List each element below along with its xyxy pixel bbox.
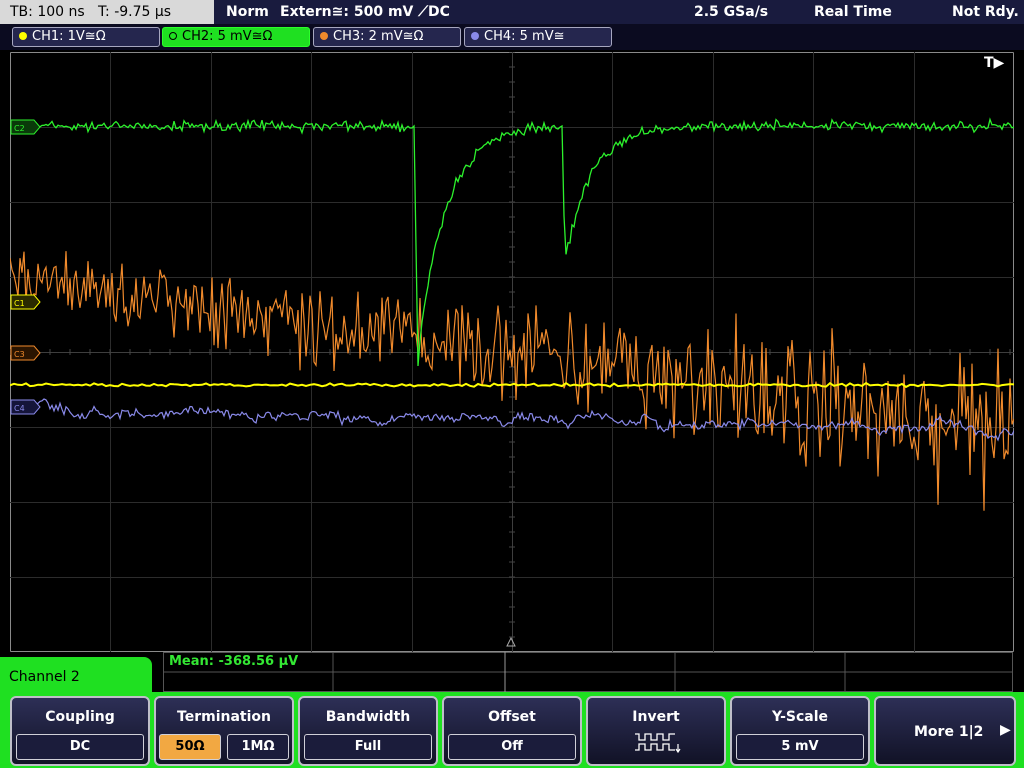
ch3-marker-label: C3 <box>14 350 25 359</box>
ch2-dot-icon <box>169 32 177 40</box>
offset-value[interactable]: Off <box>448 734 576 760</box>
y-scale-value[interactable]: 5 mV <box>736 734 864 760</box>
timebase-label: TB: 100 ns <box>10 4 85 20</box>
waveform-display[interactable]: C2 C1 C3 C4 T▶ <box>10 52 1014 652</box>
ch4-marker-label: C4 <box>14 404 25 413</box>
ch1-marker-label: C1 <box>14 299 25 308</box>
ch1-marker[interactable]: C1 <box>10 294 41 310</box>
invert-waveform-icon <box>635 733 681 754</box>
channel-tab-ch4[interactable]: CH4: 5 mV≅ <box>464 27 612 47</box>
bandwidth-softkey[interactable]: Bandwidth Full <box>298 696 438 766</box>
invert-softkey[interactable]: Invert <box>586 696 726 766</box>
invert-title: Invert <box>632 709 680 725</box>
ch2-marker-label: C2 <box>14 124 25 133</box>
trigger-mode[interactable]: Norm <box>226 0 269 24</box>
ch4-dot-icon <box>471 32 479 40</box>
ch3-label: CH3: 2 mV≅Ω <box>333 29 424 44</box>
more-label: More 1|2 <box>914 724 984 740</box>
bandwidth-title: Bandwidth <box>325 709 411 725</box>
graticule <box>10 52 1014 652</box>
bandwidth-value[interactable]: Full <box>304 734 432 760</box>
termination-50ohm-option[interactable]: 50Ω <box>159 734 221 760</box>
channel-tab-ch1[interactable]: CH1: 1V≅Ω <box>12 27 160 47</box>
more-softkey[interactable]: More 1|2 ▶ <box>874 696 1016 766</box>
measurement-panel: Mean: -368.56 μV <box>163 652 1013 692</box>
ch3-marker[interactable]: C3 <box>10 345 41 361</box>
ch1-dot-icon <box>19 32 27 40</box>
sample-rate: 2.5 GSa/s <box>694 4 769 20</box>
status-bar: TB: 100 ns T: -9.75 μs Norm Extern≅: 500… <box>0 0 1024 24</box>
channel-tab-ch3[interactable]: CH3: 2 mV≅Ω <box>313 27 461 47</box>
ch1-label: CH1: 1V≅Ω <box>32 29 106 44</box>
coupling-value[interactable]: DC <box>16 734 144 760</box>
termination-softkey[interactable]: Termination 50Ω 1MΩ <box>154 696 294 766</box>
trigger-status: Not Rdy. <box>952 4 1019 20</box>
termination-1mohm-option[interactable]: 1MΩ <box>227 734 289 760</box>
trigger-source[interactable]: Extern≅: 500 mV ⟋DC <box>280 0 450 24</box>
ch4-marker[interactable]: C4 <box>10 399 41 415</box>
timebase-box[interactable]: TB: 100 ns T: -9.75 μs <box>0 0 214 24</box>
mean-measurement: Mean: -368.56 μV <box>169 654 299 669</box>
trigger-bottom-icon <box>506 636 516 647</box>
softkey-bar: Coupling DC Termination 50Ω 1MΩ Bandwidt… <box>0 692 1024 768</box>
termination-title: Termination <box>177 709 271 725</box>
next-page-icon: ▶ <box>1000 722 1011 738</box>
ch4-label: CH4: 5 mV≅ <box>484 29 565 44</box>
ch3-dot-icon <box>320 32 328 40</box>
coupling-softkey[interactable]: Coupling DC <box>10 696 150 766</box>
ch2-label: CH2: 5 mV≅Ω <box>182 29 273 44</box>
menu-title: Channel 2 <box>0 657 152 697</box>
channel-tab-ch2[interactable]: CH2: 5 mV≅Ω <box>162 27 310 47</box>
ch2-marker[interactable]: C2 <box>10 119 41 135</box>
acquisition-mode: Real Time <box>814 4 892 20</box>
trigger-position-marker[interactable]: T▶ <box>984 55 1005 71</box>
coupling-title: Coupling <box>45 709 115 725</box>
offset-title: Offset <box>488 709 536 725</box>
offset-softkey[interactable]: Offset Off <box>442 696 582 766</box>
y-scale-softkey[interactable]: Y-Scale 5 mV <box>730 696 870 766</box>
channel-bar: CH1: 1V≅Ω CH2: 5 mV≅Ω CH3: 2 mV≅Ω CH4: 5… <box>0 24 1024 50</box>
trigger-time-label: T: -9.75 μs <box>98 4 172 20</box>
y-scale-title: Y-Scale <box>771 709 828 725</box>
